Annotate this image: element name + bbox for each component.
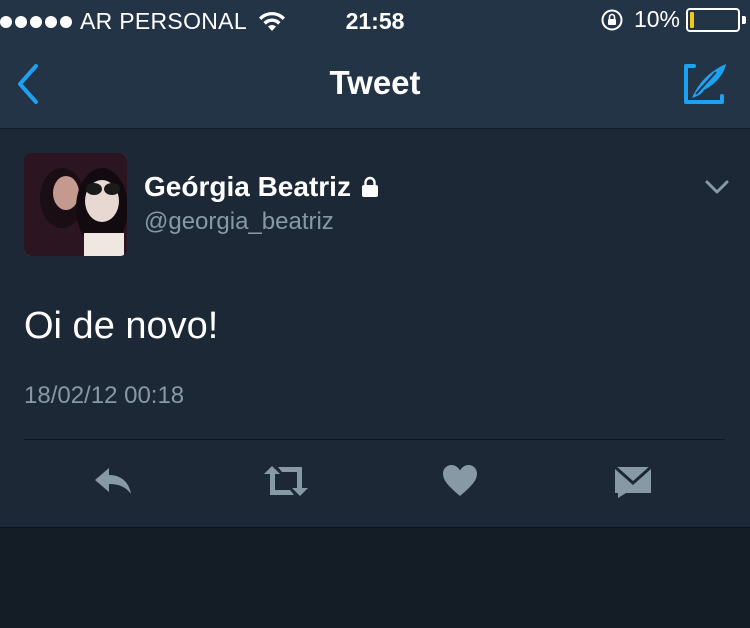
battery-icon	[686, 7, 740, 32]
tweet-text: Oi de novo!	[24, 305, 219, 347]
reply-button[interactable]	[93, 464, 133, 498]
battery-percent: 10%	[633, 6, 680, 32]
status-right: 10%	[600, 6, 750, 33]
compose-tweet-button[interactable]	[680, 62, 730, 108]
tweet-detail-card: Geórgia Beatriz @georgia_beatriz Oi de n…	[0, 129, 750, 528]
chevron-down-icon[interactable]	[702, 177, 732, 197]
protected-lock-icon	[361, 176, 378, 197]
rotation-lock-icon	[601, 9, 623, 30]
display-name-text: Geórgia Beatriz	[144, 171, 351, 202]
battery-nub	[742, 15, 746, 24]
retweet-button[interactable]	[262, 464, 310, 498]
navigation-bar: Tweet	[0, 40, 750, 129]
tweet-timestamp: 18/02/12 00:18	[24, 382, 185, 409]
status-bar: AR PERSONAL 21:58 10%	[0, 0, 750, 40]
profile-photo	[24, 153, 127, 256]
avatar[interactable]	[24, 153, 127, 256]
page-title: Tweet	[329, 64, 421, 101]
display-name[interactable]: Geórgia Beatriz	[144, 171, 379, 203]
user-handle[interactable]: @georgia_beatriz	[144, 208, 334, 236]
battery-level	[690, 11, 694, 28]
direct-message-icon[interactable]	[614, 464, 652, 498]
divider	[24, 439, 725, 440]
like-heart-icon[interactable]	[442, 464, 478, 498]
